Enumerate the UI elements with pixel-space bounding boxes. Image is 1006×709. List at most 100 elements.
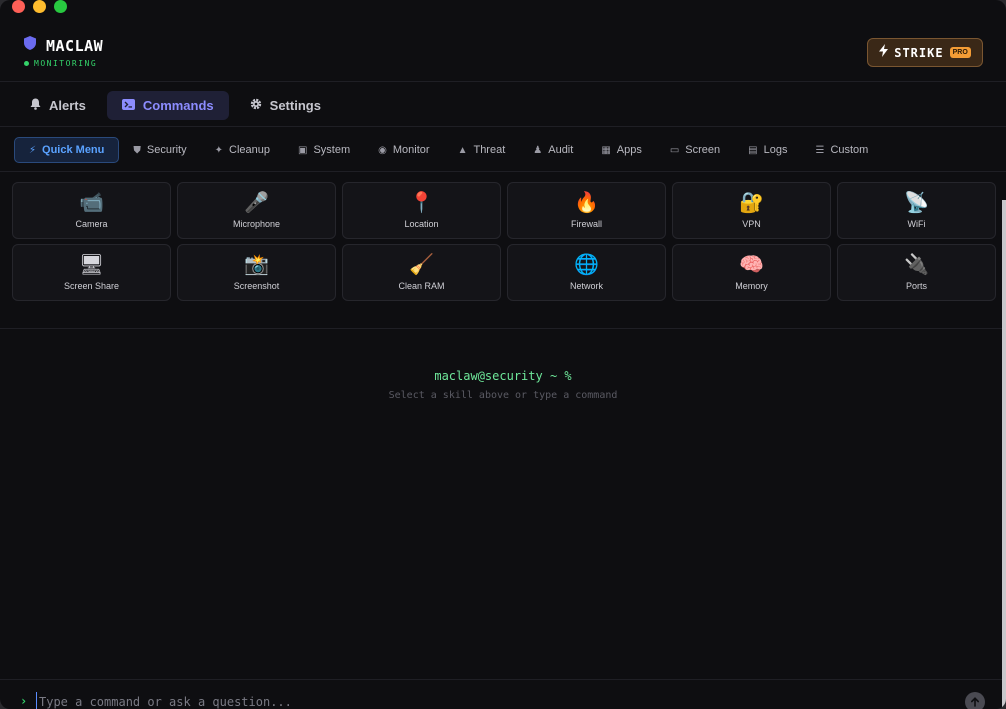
- skill-label: VPN: [742, 218, 761, 229]
- eye-icon: ◉: [378, 144, 387, 156]
- subtab-monitor[interactable]: ◉ Monitor: [364, 137, 443, 163]
- tab-label: Commands: [142, 98, 214, 113]
- terminal-prompt: maclaw@security ~ %: [434, 369, 572, 383]
- subtab-threat[interactable]: ▲ Threat: [444, 137, 520, 163]
- divider: [0, 171, 1006, 172]
- people-icon: ♟: [533, 144, 543, 156]
- skill-label: Clean RAM: [398, 280, 445, 291]
- subtab-label: Screen: [685, 144, 721, 156]
- skill-label: Firewall: [570, 218, 602, 229]
- subtab-label: System: [313, 144, 351, 156]
- subtab-label: Custom: [830, 144, 869, 156]
- bolt-icon: ⚡: [29, 144, 37, 156]
- skill-label: Ports: [905, 280, 927, 291]
- skill-microphone[interactable]: 🎤 Microphone: [177, 182, 336, 239]
- strike-label: STRIKE: [894, 45, 944, 60]
- tab-label: Alerts: [49, 98, 86, 113]
- subtab-apps[interactable]: ▦ Apps: [587, 137, 656, 163]
- subtab-security[interactable]: ⛊ Security: [119, 137, 200, 163]
- pro-badge: PRO: [949, 47, 971, 58]
- arrow-up-icon: [970, 697, 980, 707]
- divider: [0, 126, 1006, 127]
- skill-screen-share[interactable]: 🖥 Screen Share: [12, 244, 171, 301]
- globe-icon: 🌐: [574, 253, 599, 276]
- subtab-screen[interactable]: ▭ Screen: [656, 137, 734, 163]
- camera-icon: 📹: [79, 191, 104, 214]
- fire-icon: 🔥: [574, 191, 599, 214]
- subtab-label: Apps: [616, 144, 642, 156]
- subtab-custom[interactable]: ☰ Custom: [801, 137, 882, 163]
- subtab-label: Security: [146, 144, 187, 156]
- chip-icon: ▣: [298, 144, 308, 156]
- skill-location[interactable]: 📍 Location: [342, 182, 501, 239]
- send-button[interactable]: [965, 692, 985, 709]
- tab-alerts[interactable]: Alerts: [15, 91, 101, 120]
- skill-label: Network: [569, 280, 603, 291]
- command-bar: ›: [0, 679, 1006, 709]
- minimize-window-button[interactable]: [33, 0, 46, 13]
- terminal-icon: [121, 98, 135, 113]
- subtab-label: Cleanup: [229, 144, 270, 156]
- skill-label: Screen Share: [63, 280, 120, 291]
- subtab-label: Threat: [473, 144, 506, 156]
- brain-icon: 🧠: [739, 253, 764, 276]
- desktop-icon: 🖥: [78, 253, 105, 276]
- subtab-label: Logs: [763, 144, 788, 156]
- status-text: MONITORING: [34, 59, 98, 68]
- gear-icon: [250, 98, 262, 113]
- sub-tabs: ⚡ Quick Menu ⛊ Security ✦ Cleanup ▣ Syst…: [14, 137, 882, 163]
- chevron-right-icon: ›: [20, 694, 28, 708]
- satellite-dish-icon: 📡: [904, 191, 929, 214]
- skill-firewall[interactable]: 🔥 Firewall: [507, 182, 666, 239]
- header: MACLAW MONITORING STRIKE PRO: [0, 22, 1006, 82]
- close-window-button[interactable]: [12, 0, 25, 13]
- subtab-cleanup[interactable]: ✦ Cleanup: [201, 137, 284, 163]
- skill-vpn[interactable]: 🔐 VPN: [672, 182, 831, 239]
- tab-commands[interactable]: Commands: [106, 91, 229, 120]
- terminal-icon: ▤: [748, 144, 758, 156]
- subtab-audit[interactable]: ♟ Audit: [519, 137, 587, 163]
- subtab-label: Quick Menu: [42, 144, 105, 156]
- monitor-icon: ▭: [669, 144, 680, 156]
- tab-label: Settings: [269, 98, 321, 113]
- skill-memory[interactable]: 🧠 Memory: [672, 244, 831, 301]
- skill-label: Screenshot: [233, 280, 280, 291]
- bolt-icon: [879, 43, 889, 62]
- microphone-icon: 🎤: [244, 191, 269, 214]
- divider: [0, 328, 1006, 329]
- skill-screenshot[interactable]: 📸 Screenshot: [177, 244, 336, 301]
- skill-label: Camera: [75, 218, 108, 229]
- subtab-label: Audit: [548, 144, 574, 156]
- skill-label: Location: [404, 218, 439, 229]
- main-tabs: Alerts Commands Settings: [15, 91, 336, 120]
- skill-label: WiFi: [907, 218, 926, 229]
- shield-icon: ⛊: [133, 144, 141, 156]
- skill-grid: 📹 Camera 🎤 Microphone 📍 Location 🔥 Firew…: [12, 182, 996, 301]
- skill-ports[interactable]: 🔌 Ports: [837, 244, 996, 301]
- scrollbar[interactable]: [1002, 200, 1006, 709]
- skill-label: Memory: [735, 280, 768, 291]
- broom-icon: 🧹: [409, 253, 434, 276]
- terminal-hint: Select a skill above or type a command: [388, 390, 618, 401]
- maximize-window-button[interactable]: [54, 0, 67, 13]
- pin-icon: 📍: [409, 191, 434, 214]
- lock-key-icon: 🔐: [739, 191, 764, 214]
- skill-wifi[interactable]: 📡 WiFi: [837, 182, 996, 239]
- skill-network[interactable]: 🌐 Network: [507, 244, 666, 301]
- window-controls: [12, 0, 67, 13]
- command-input[interactable]: [36, 692, 936, 709]
- strike-button[interactable]: STRIKE PRO: [867, 38, 983, 67]
- subtab-quick-menu[interactable]: ⚡ Quick Menu: [14, 137, 120, 163]
- camera-flash-icon: 📸: [244, 253, 269, 276]
- scroll-icon: ☰: [815, 144, 825, 156]
- subtab-label: Monitor: [392, 144, 430, 156]
- subtab-system[interactable]: ▣ System: [284, 137, 364, 163]
- skill-clean-ram[interactable]: 🧹 Clean RAM: [342, 244, 501, 301]
- bell-icon: [30, 98, 41, 113]
- subtab-logs[interactable]: ▤ Logs: [734, 137, 801, 163]
- tab-settings[interactable]: Settings: [235, 91, 336, 120]
- shield-icon: [24, 36, 36, 55]
- brand: MACLAW: [24, 36, 103, 55]
- app-title: MACLAW: [46, 36, 104, 55]
- skill-camera[interactable]: 📹 Camera: [12, 182, 171, 239]
